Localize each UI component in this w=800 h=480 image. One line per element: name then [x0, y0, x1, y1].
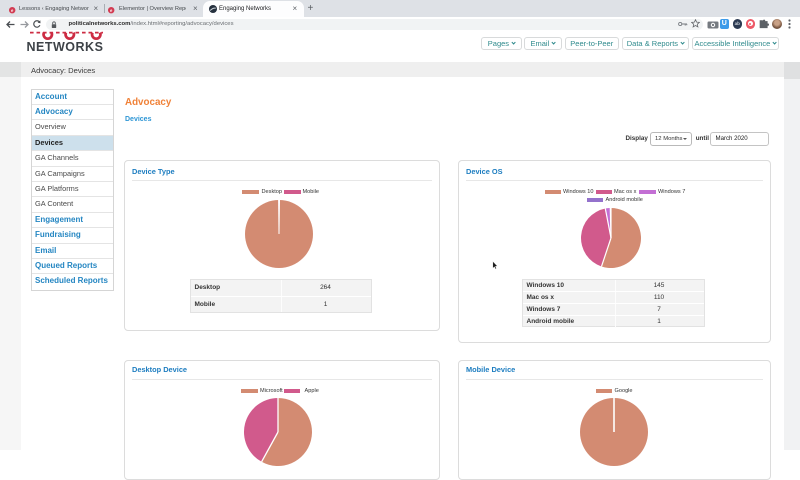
svg-text:e: e [11, 9, 13, 14]
svg-text:e: e [110, 9, 112, 14]
